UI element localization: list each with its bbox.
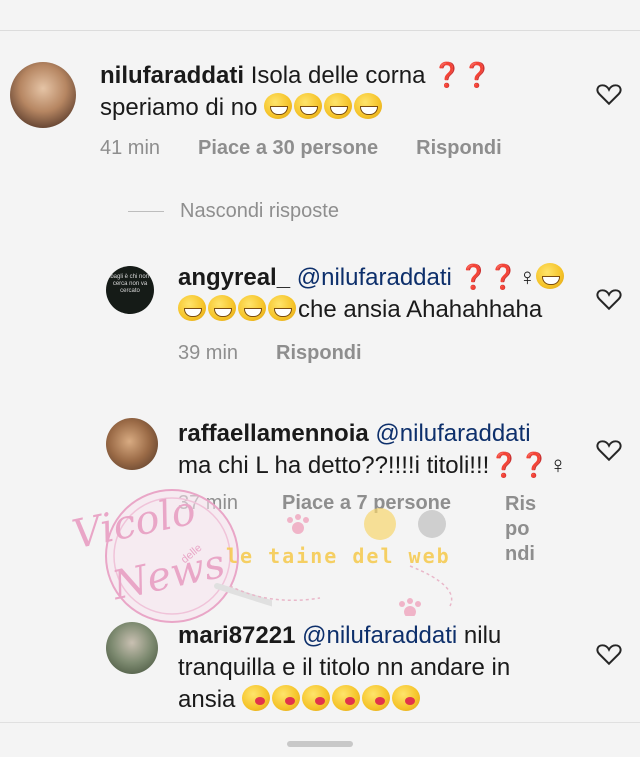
reply-line: Ris bbox=[505, 493, 537, 515]
mention-link[interactable]: @nilufaraddati bbox=[297, 264, 452, 291]
kiss-emoji-icon bbox=[272, 685, 301, 711]
laugh-emoji-icon bbox=[208, 295, 236, 321]
username[interactable]: mari87221 bbox=[178, 622, 295, 649]
comment-line: che ansia Ahahahhaha bbox=[298, 296, 543, 323]
comment-text: nilufaraddati Isola delle corna ❓❓ speri… bbox=[100, 60, 570, 124]
kiss-emoji-icon bbox=[392, 685, 421, 711]
reply-line: ndi bbox=[505, 543, 535, 565]
avatar[interactable] bbox=[106, 622, 158, 674]
avatar[interactable] bbox=[106, 418, 158, 470]
timestamp: 39 min bbox=[178, 342, 239, 364]
avatar[interactable]: Sbagli è chi non ti cerca non va cercato bbox=[106, 266, 154, 314]
hide-replies-button[interactable]: Nascondi risposte bbox=[128, 200, 339, 223]
username[interactable]: raffaellamennoia bbox=[178, 420, 369, 447]
hide-replies-label: Nascondi risposte bbox=[180, 200, 339, 222]
username[interactable]: angyreal_ bbox=[178, 264, 290, 291]
kiss-emoji-icon bbox=[362, 685, 391, 711]
avatar-caption: Sbagli è chi non ti cerca non va cercato bbox=[106, 274, 154, 294]
bottom-bar bbox=[0, 722, 640, 757]
comment-line: speriamo di no bbox=[100, 94, 258, 121]
likes-link[interactable]: Piace a 7 persone bbox=[282, 492, 451, 515]
comment-line: tranquilla e il titolo nn andare in bbox=[178, 654, 511, 681]
heart-icon[interactable] bbox=[596, 82, 622, 106]
heart-icon[interactable] bbox=[596, 287, 622, 311]
mention-link[interactable]: @nilufaraddati bbox=[302, 622, 457, 649]
comment-text: angyreal_ @nilufaraddati ❓❓♀ che ansia A… bbox=[178, 262, 588, 326]
divider-line bbox=[128, 211, 164, 212]
watermark-taine: le taine del web bbox=[226, 544, 451, 568]
comment-nilufaraddati bbox=[10, 62, 76, 128]
watermark-news: News bbox=[108, 540, 229, 610]
comment-line: ansia bbox=[178, 686, 236, 713]
home-indicator[interactable] bbox=[287, 741, 353, 747]
comment-line: ma chi L ha detto??!!!!i titoli!!!❓❓♀ bbox=[178, 452, 568, 479]
paw-icon bbox=[287, 514, 309, 534]
heart-icon[interactable] bbox=[596, 642, 622, 666]
comment-meta: 37 min Piace a 7 persone bbox=[178, 492, 451, 515]
reply-line: po bbox=[505, 518, 530, 540]
timestamp: 41 min bbox=[100, 137, 161, 159]
kiss-emoji-icon bbox=[302, 685, 331, 711]
kiss-emoji-icon bbox=[332, 685, 361, 711]
comment-text: raffaellamennoia @nilufaraddati ma chi L… bbox=[178, 418, 588, 482]
comment-symbols: ❓❓♀ bbox=[458, 264, 537, 291]
kiss-emoji-icon bbox=[242, 685, 271, 711]
taine-graphic bbox=[229, 508, 453, 618]
laugh-emoji-icon bbox=[354, 93, 383, 119]
mention-link[interactable]: @nilufaraddati bbox=[375, 420, 530, 447]
reply-button[interactable]: Rispondi bbox=[276, 342, 362, 365]
laugh-emoji-icon bbox=[178, 295, 206, 321]
comment-line: Isola delle corna ❓❓ bbox=[250, 62, 492, 89]
laugh-emoji-icon bbox=[238, 295, 266, 321]
laugh-emoji-icon bbox=[264, 93, 293, 119]
heart-icon[interactable] bbox=[596, 438, 622, 462]
laugh-emoji-icon bbox=[536, 263, 565, 289]
comment-meta: 39 min Rispondi bbox=[178, 342, 362, 365]
divider bbox=[0, 30, 640, 31]
timestamp: 37 min bbox=[178, 492, 239, 514]
likes-link[interactable]: Piace a 30 persone bbox=[198, 137, 378, 160]
laugh-emoji-icon bbox=[294, 93, 323, 119]
comment-text: mari87221 @nilufaraddati nilu tranquilla… bbox=[178, 620, 588, 716]
laugh-emoji-icon bbox=[268, 295, 296, 321]
comment-meta: 41 min Piace a 30 persone Rispondi bbox=[100, 137, 502, 160]
paw-icon bbox=[399, 598, 421, 618]
reply-button[interactable]: Ris po ndi bbox=[505, 492, 536, 567]
watermark-delle: delle bbox=[178, 541, 205, 567]
comment-word: nilu bbox=[463, 622, 502, 649]
reply-button[interactable]: Rispondi bbox=[416, 137, 502, 160]
taine-watermark: le taine del web bbox=[210, 506, 490, 618]
username[interactable]: nilufaraddati bbox=[100, 62, 244, 89]
laugh-emoji-icon bbox=[324, 93, 353, 119]
avatar[interactable] bbox=[10, 62, 76, 128]
